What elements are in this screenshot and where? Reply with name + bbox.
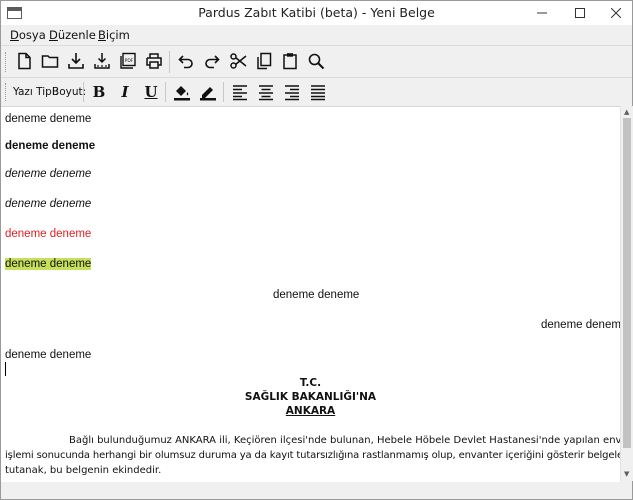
paragraph-line: işlemi sonucunda herhangi bir olumsuz du… [5, 450, 620, 461]
new-document-icon [18, 52, 31, 70]
minimize-icon [537, 12, 547, 14]
format-separator [83, 82, 84, 102]
toolbar-grip[interactable] [5, 52, 9, 72]
close-icon [611, 8, 621, 18]
search-icon [308, 53, 325, 70]
toolbar-separator [169, 51, 170, 73]
export-pdf-icon: PDF [120, 52, 136, 69]
vertical-scrollbar[interactable]: ▲ ▼ [620, 106, 633, 481]
svg-text:PDF: PDF [125, 58, 134, 64]
menu-bicim[interactable]: Biçim [98, 28, 130, 42]
align-right-button[interactable] [281, 81, 303, 103]
format-separator [165, 82, 166, 102]
search-button[interactable] [305, 50, 327, 72]
text-cursor [5, 362, 6, 376]
bold-button[interactable]: B [88, 81, 110, 103]
heading-ministry: SAĞLIK BAKANLIĞI'NA [244, 391, 377, 403]
align-justify-icon [311, 85, 325, 101]
save-as-icon [94, 53, 110, 69]
save-as-button[interactable] [91, 50, 113, 72]
text-line-centered: deneme deneme [273, 289, 360, 301]
minimize-button[interactable] [523, 1, 561, 25]
undo-icon [178, 55, 193, 69]
save-icon [68, 53, 84, 69]
cut-button[interactable] [227, 50, 249, 72]
format-toolbar-grip[interactable] [5, 83, 9, 101]
app-window: Pardus Zabıt Katibi (beta) - Yeni Belge … [0, 0, 633, 500]
save-button[interactable] [65, 50, 87, 72]
copy-button[interactable] [253, 50, 275, 72]
paragraph-line: Bağlı bulunduğumuz ANKARA ili, Keçiören … [69, 435, 620, 446]
align-center-button[interactable] [255, 81, 277, 103]
print-button[interactable] [143, 50, 165, 72]
fill-color-button[interactable] [171, 81, 193, 103]
print-icon [146, 53, 162, 69]
document-editor[interactable]: deneme deneme deneme deneme deneme denem… [1, 106, 620, 482]
open-button[interactable] [39, 50, 61, 72]
new-document-button[interactable] [13, 50, 35, 72]
export-pdf-button[interactable]: PDF [117, 50, 139, 72]
menu-bar: Dosya Düzenle Biçim [1, 25, 632, 45]
main-toolbar: PDF [1, 45, 632, 77]
scroll-down-icon[interactable]: ▼ [624, 470, 629, 478]
open-folder-icon [41, 55, 59, 68]
align-left-icon [233, 85, 247, 101]
text-line: deneme deneme [5, 113, 92, 125]
align-right-icon [285, 85, 299, 101]
redo-button[interactable] [201, 50, 223, 72]
underline-button[interactable]: U [140, 81, 162, 103]
text-color-icon [200, 87, 216, 101]
paste-icon [283, 53, 297, 70]
italic-button[interactable]: I [114, 81, 136, 103]
text-line-italic: deneme deneme [5, 168, 92, 180]
paragraph-line: tutanak, bu belgenin ekindedir. [5, 465, 162, 476]
align-left-button[interactable] [229, 81, 251, 103]
text-line-italic: deneme deneme [5, 198, 92, 210]
text-line-red: deneme deneme [5, 228, 92, 240]
fill-color-icon [174, 86, 190, 101]
text-color-button[interactable] [197, 81, 219, 103]
text-line: deneme deneme [5, 349, 92, 361]
copy-icon [257, 52, 272, 70]
maximize-button[interactable] [561, 1, 599, 25]
title-bar: Pardus Zabıt Katibi (beta) - Yeni Belge [1, 1, 632, 25]
heading-city: ANKARA [285, 405, 336, 417]
menu-dosya[interactable]: Dosya [10, 28, 46, 42]
redo-icon [205, 55, 220, 69]
paste-button[interactable] [279, 50, 301, 72]
text-line-bold: deneme deneme [5, 140, 96, 152]
scrollbar-thumb[interactable] [623, 118, 631, 448]
cut-icon [230, 53, 247, 69]
maximize-icon [575, 8, 585, 18]
format-toolbar: Yazı Tipi: Boyut: B I U [1, 77, 632, 107]
align-center-icon [259, 85, 273, 101]
format-separator [223, 82, 224, 102]
text-line-highlighted: deneme deneme [5, 258, 92, 270]
menu-duzenle[interactable]: Düzenle [49, 28, 96, 42]
size-label: Boyut: [52, 86, 87, 98]
heading-tc: T.C. [299, 377, 322, 389]
scroll-up-icon[interactable]: ▲ [624, 108, 629, 116]
close-button[interactable] [597, 1, 633, 25]
text-line-right-aligned: deneme deneme [541, 319, 620, 331]
align-justify-button[interactable] [307, 81, 329, 103]
undo-button[interactable] [175, 50, 197, 72]
